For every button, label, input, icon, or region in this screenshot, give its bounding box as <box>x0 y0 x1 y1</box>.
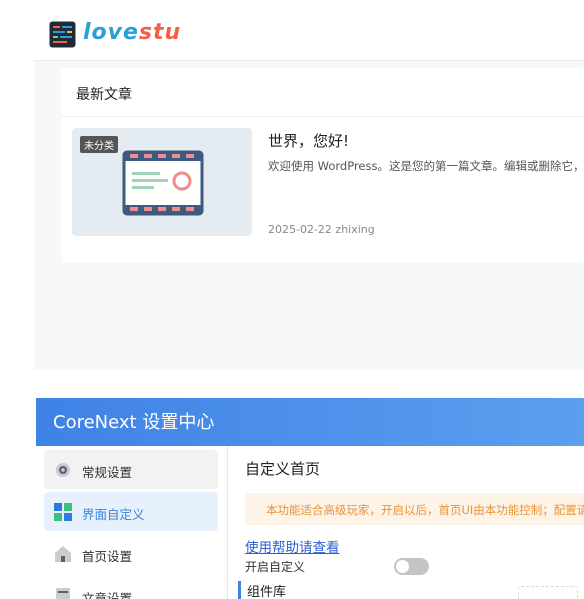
sidebar-item-general[interactable]: 常规设置 <box>44 450 218 489</box>
category-tag[interactable]: 未分类 <box>80 136 118 153</box>
settings-sidebar: 常规设置 界面自定义 首页设置 文章设置 <box>36 446 228 599</box>
logo-text-stu: stu <box>138 20 182 45</box>
sidebar-item-ui-custom[interactable]: 界面自定义 <box>44 492 218 531</box>
grid-icon <box>53 502 73 522</box>
site-logo[interactable]: lovestu <box>83 20 181 45</box>
content-title: 自定义首页 <box>245 460 321 478</box>
post-excerpt: 欢迎使用 WordPress。这是您的第一篇文章。编辑或删除它， <box>268 159 584 173</box>
sidebar-item-label: 界面自定义 <box>82 507 145 522</box>
home-icon <box>53 544 73 564</box>
post-meta: 2025-02-22 zhixing <box>268 223 375 236</box>
settings-title: CoreNext 设置中心 <box>53 412 215 433</box>
section-title: 最新文章 <box>76 87 132 103</box>
component-placeholder[interactable] <box>518 586 578 599</box>
settings-content: 自定义首页 本功能适合高级玩家，开启以后，首页UI由本功能控制；配置请 使用帮助… <box>228 446 584 599</box>
toggle-knob <box>396 560 409 573</box>
notice-text: 本功能适合高级玩家，开启以后，首页UI由本功能控制；配置请 <box>266 503 584 517</box>
toggle-label: 开启自定义 <box>245 560 306 574</box>
post-title[interactable]: 世界，您好! <box>268 130 349 151</box>
settings-center: CoreNext 设置中心 常规设置 界面自定义 首页设置 文章设置 自定义首页… <box>36 398 584 599</box>
custom-home-toggle[interactable] <box>394 558 429 575</box>
gear-icon <box>53 460 73 480</box>
site-preview: lovestu 最新文章 未分类 世界，您好! 欢迎使用 WordPress。这… <box>34 0 584 370</box>
post-thumbnail[interactable]: 未分类 <box>72 128 252 236</box>
placeholder-image-icon <box>122 150 204 216</box>
sidebar-item-article[interactable]: 文章设置 <box>44 576 218 599</box>
component-library-title: 组件库 <box>238 581 286 599</box>
site-header: lovestu <box>34 0 584 61</box>
notice-banner: 本功能适合高级玩家，开启以后，首页UI由本功能控制；配置请 <box>245 493 584 525</box>
sidebar-item-label: 首页设置 <box>82 549 133 564</box>
document-icon <box>53 586 73 599</box>
latest-posts-card: 最新文章 未分类 世界，您好! 欢迎使用 WordPress。这是您的第一篇文章… <box>61 68 584 263</box>
sidebar-item-home[interactable]: 首页设置 <box>44 534 218 573</box>
logo-text-love: love <box>83 20 139 45</box>
sidebar-item-label: 文章设置 <box>82 591 133 599</box>
settings-header: CoreNext 设置中心 <box>36 398 584 446</box>
logo-icon[interactable] <box>49 21 76 48</box>
sidebar-item-label: 常规设置 <box>82 465 133 480</box>
divider <box>61 116 584 117</box>
help-link[interactable]: 使用帮助请查看 <box>245 536 340 556</box>
